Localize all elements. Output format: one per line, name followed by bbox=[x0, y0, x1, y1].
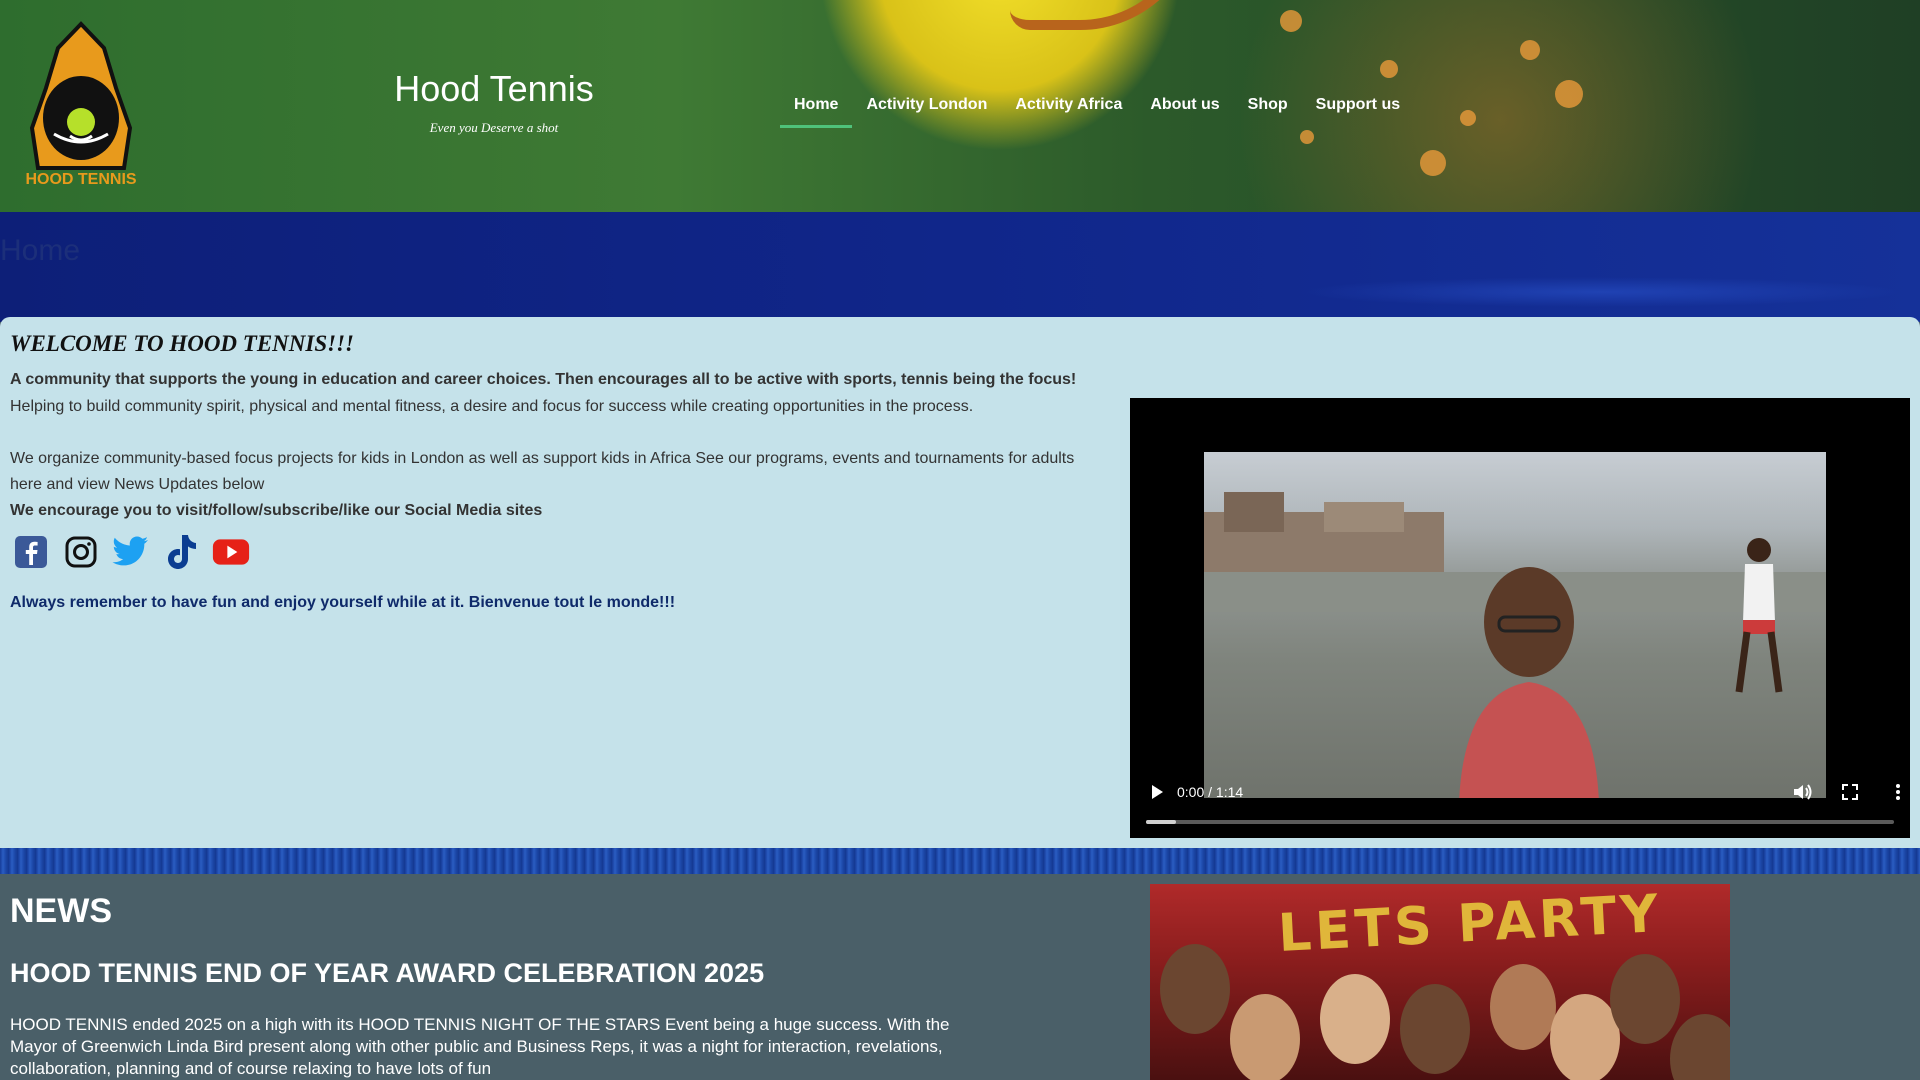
hood-tennis-logo[interactable]: HOOD TENNIS bbox=[18, 18, 144, 192]
nav-item-activity-africa[interactable]: Activity Africa bbox=[1001, 84, 1136, 128]
site-title[interactable]: Hood Tennis bbox=[360, 68, 628, 110]
instagram-icon[interactable] bbox=[62, 533, 100, 571]
social-prompt: We encourage you to visit/follow/subscri… bbox=[10, 502, 543, 519]
nav-item-about-us[interactable]: About us bbox=[1136, 84, 1233, 128]
page-banner: Home bbox=[0, 212, 1920, 322]
news-item-body: HOOD TENNIS ended 2025 on a high with it… bbox=[10, 1015, 950, 1078]
more-options-icon[interactable] bbox=[1886, 780, 1910, 804]
spark-decoration bbox=[1460, 110, 1476, 126]
site-tagline: Even you Deserve a shot bbox=[429, 120, 559, 135]
welcome-programs: We organize community-based focus projec… bbox=[10, 450, 1075, 493]
spark-decoration bbox=[1555, 80, 1583, 108]
main-nav: Home Activity London Activity Africa Abo… bbox=[780, 84, 1414, 128]
volume-icon[interactable] bbox=[1790, 780, 1814, 804]
welcome-heading: WELCOME TO HOOD TENNIS!!! bbox=[10, 331, 355, 356]
fullscreen-icon[interactable] bbox=[1838, 780, 1862, 804]
play-icon[interactable] bbox=[1144, 780, 1168, 804]
news-heading: NEWS bbox=[10, 892, 112, 930]
spark-decoration bbox=[1380, 60, 1398, 78]
news-item-image[interactable]: LETS PARTY bbox=[1150, 884, 1730, 1080]
video-frame[interactable] bbox=[1204, 452, 1826, 798]
nav-item-home[interactable]: Home bbox=[780, 84, 853, 128]
youtube-icon[interactable] bbox=[212, 533, 250, 571]
party-banner-text: LETS PARTY bbox=[1276, 884, 1664, 965]
site-header: HOOD TENNIS Hood Tennis Even you Deserve… bbox=[0, 0, 1920, 212]
welcome-intro: Helping to build community spirit, physi… bbox=[10, 398, 974, 415]
spark-decoration bbox=[1420, 150, 1446, 176]
video-buffer-fill bbox=[1146, 820, 1176, 824]
tennis-ball-decoration bbox=[1010, 0, 1200, 30]
welcome-intro-bold: A community that supports the young in e… bbox=[10, 371, 1077, 388]
spark-decoration bbox=[1520, 40, 1540, 60]
video-progress-bar[interactable] bbox=[1146, 820, 1894, 824]
video-player[interactable]: 0:00 / 1:14 bbox=[1130, 398, 1910, 838]
nav-item-shop[interactable]: Shop bbox=[1234, 84, 1302, 128]
video-tennis-player bbox=[1735, 538, 1783, 693]
video-time: 0:00 / 1:14 bbox=[1177, 784, 1244, 800]
facebook-icon[interactable] bbox=[12, 533, 50, 571]
spark-decoration bbox=[1280, 10, 1302, 32]
news-item-title[interactable]: HOOD TENNIS END OF YEAR AWARD CELEBRATIO… bbox=[10, 958, 764, 989]
video-controls: 0:00 / 1:14 bbox=[1130, 772, 1910, 838]
video-person bbox=[1459, 567, 1599, 798]
tiktok-icon[interactable] bbox=[162, 533, 200, 571]
welcome-closing: Always remember to have fun and enjoy yo… bbox=[10, 594, 676, 611]
nav-item-activity-london[interactable]: Activity London bbox=[852, 84, 1001, 128]
news-section: NEWS HOOD TENNIS END OF YEAR AWARD CELEB… bbox=[0, 874, 1920, 1080]
svg-text:HOOD TENNIS: HOOD TENNIS bbox=[25, 171, 136, 188]
nav-item-support-us[interactable]: Support us bbox=[1302, 84, 1414, 128]
twitter-icon[interactable] bbox=[112, 533, 150, 571]
page-title: Home bbox=[0, 234, 81, 267]
section-divider bbox=[0, 848, 1920, 874]
spark-decoration bbox=[1300, 130, 1314, 144]
social-links bbox=[12, 533, 250, 571]
